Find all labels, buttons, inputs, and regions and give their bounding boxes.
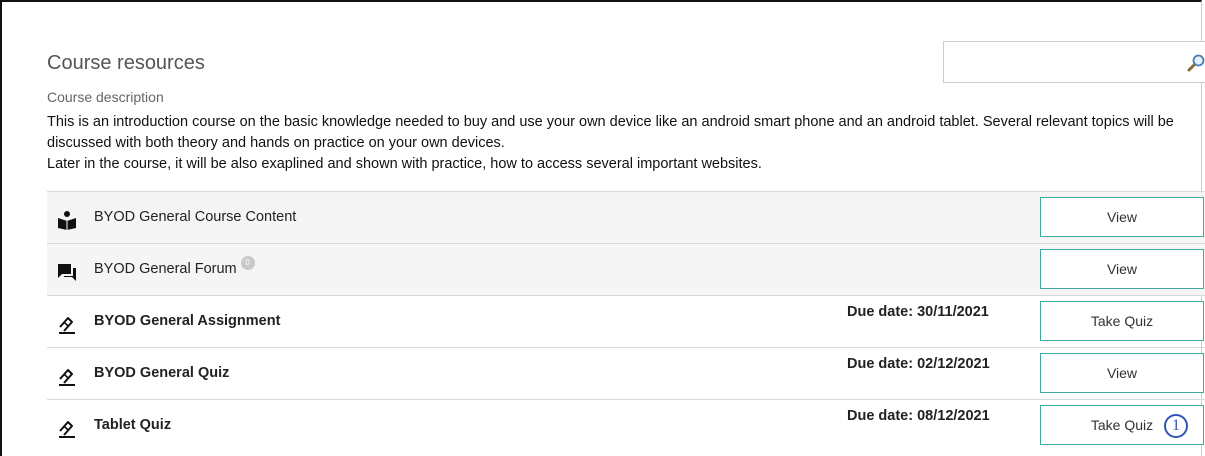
resource-row-tablet-quiz: Tablet Quiz Due date: 08/12/2021 Take Qu…: [47, 399, 1205, 451]
description-label: Course description: [47, 89, 164, 105]
course-description: This is an introduction course on the ba…: [47, 112, 1202, 175]
quiz-icon: [59, 317, 75, 334]
resource-title-text: BYOD General Forum: [94, 261, 237, 277]
resource-title[interactable]: BYOD General Course Content: [94, 209, 296, 225]
resource-title[interactable]: BYOD General Assignment: [94, 313, 280, 329]
view-button[interactable]: View: [1040, 249, 1204, 289]
description-paragraph: Later in the course, it will be also exa…: [47, 156, 762, 172]
search-icon[interactable]: [1186, 53, 1205, 73]
resource-title[interactable]: BYOD General Forum 0: [94, 256, 255, 277]
resource-title[interactable]: Tablet Quiz: [94, 417, 171, 433]
search-input[interactable]: [944, 42, 1184, 84]
annotation-marker: 1: [1164, 414, 1188, 438]
take-quiz-button[interactable]: Take Quiz: [1040, 301, 1204, 341]
due-date: Due date: 08/12/2021: [847, 408, 990, 424]
quiz-icon: [59, 369, 75, 386]
resource-title[interactable]: BYOD General Quiz: [94, 365, 229, 381]
unread-count-badge: 0: [240, 256, 255, 270]
main-panel: Course resources Course description This…: [0, 0, 1205, 456]
view-button[interactable]: View: [1040, 197, 1204, 237]
due-date: Due date: 02/12/2021: [847, 356, 990, 372]
description-paragraph: This is an introduction course on the ba…: [47, 114, 1174, 151]
quiz-icon: [59, 421, 75, 438]
resource-list: BYOD General Course Content View BYOD Ge…: [47, 191, 1205, 451]
forum-icon: [58, 264, 76, 281]
resource-row-quiz: BYOD General Quiz Due date: 02/12/2021 V…: [47, 347, 1205, 399]
search-box[interactable]: [943, 41, 1205, 84]
page-title: Course resources: [47, 52, 205, 74]
book-reader-icon: [58, 211, 76, 230]
resource-row-assignment: BYOD General Assignment Due date: 30/11/…: [47, 295, 1205, 347]
view-button[interactable]: View: [1040, 353, 1204, 393]
due-date: Due date: 30/11/2021: [847, 304, 989, 320]
resource-row-course-content: BYOD General Course Content View: [47, 191, 1205, 243]
resource-row-forum: BYOD General Forum 0 View: [47, 243, 1205, 295]
